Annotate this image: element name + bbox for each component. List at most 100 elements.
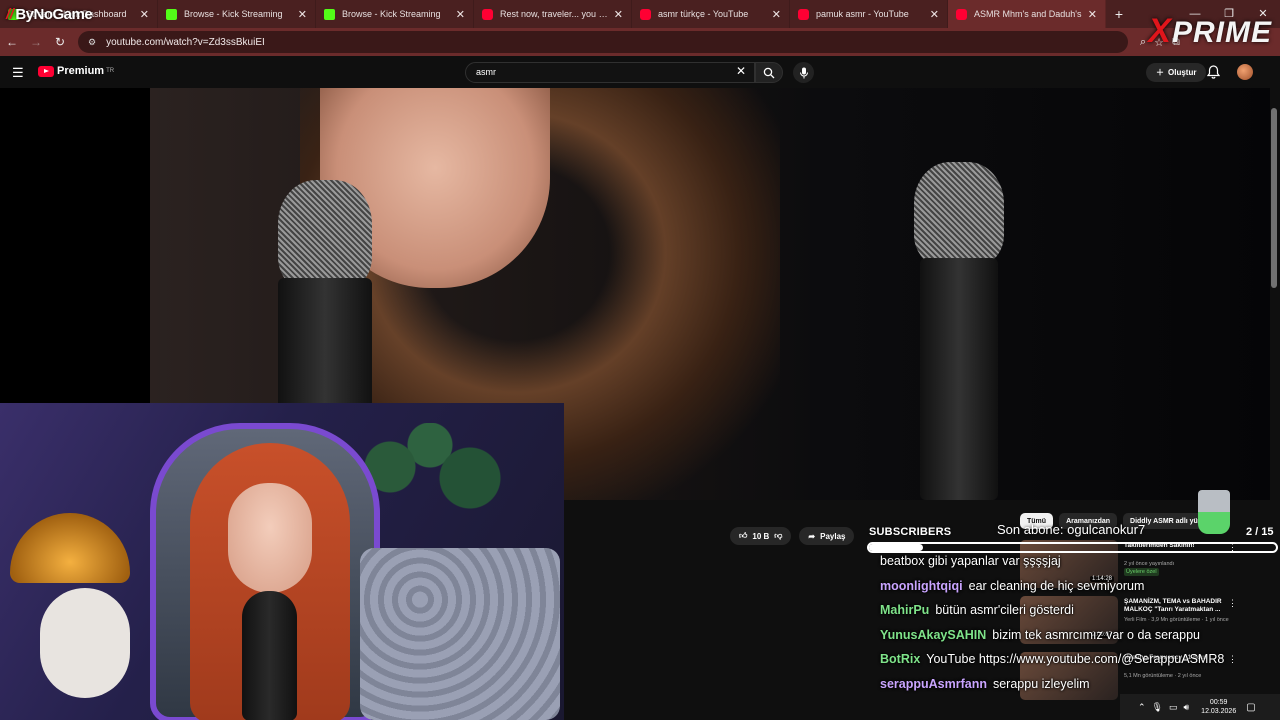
mic-tray-icon[interactable]: 🎙︎ [1152, 702, 1163, 713]
chat-message: MahirPu bütün asmr'cileri gösterdi [880, 598, 1260, 623]
voice-search-button[interactable] [793, 62, 814, 83]
tab-title: asmr türkçe - YouTube [658, 9, 749, 19]
chat-message: moonlightqiqi ear cleaning de hiç sevmiyo… [880, 574, 1260, 599]
youtube-logo-text: Premium [57, 65, 105, 77]
share-icon: ➦ [808, 531, 816, 541]
youtube-play-icon [38, 65, 54, 77]
site-info-icon[interactable]: ⚙ [88, 37, 96, 48]
webcam-plush-shape [40, 588, 130, 698]
subscriber-goal-count: 2 / 15 [1246, 526, 1274, 538]
address-bar[interactable]: ⚙ youtube.com/watch?v=Zd3ssBkuiEI [78, 31, 1128, 53]
menu-icon[interactable]: ☰ [12, 65, 24, 81]
like-button[interactable]: 👍︎ 10 B 👎︎ [730, 527, 792, 545]
search-icon [763, 67, 775, 78]
region-code: TR [106, 68, 115, 74]
search-button[interactable] [755, 62, 783, 83]
microphone-right-head [914, 162, 1004, 266]
url-text: youtube.com/watch?v=Zd3ssBkuiEI [106, 36, 265, 48]
chat-username[interactable]: serappuAsmrfann [880, 677, 987, 691]
system-tray: ⌃ 🎙︎ ▭ 🔊︎ [1138, 702, 1189, 713]
browser-tab[interactable]: Browse - Kick Streaming ✕ [158, 0, 316, 28]
close-tab-icon[interactable]: ✕ [140, 8, 149, 21]
streamer-webcam [0, 403, 564, 720]
chat-message: serappuAsmrfann serappu izleyelim [880, 672, 1260, 697]
microphone-icon [799, 67, 808, 78]
like-count: 10 B [752, 531, 770, 541]
chat-text: beatbox gibi yapanlar var şşşşjaj [880, 554, 1061, 568]
volume-icon[interactable]: 🔊︎ [1184, 702, 1190, 713]
avatar[interactable] [1237, 64, 1253, 80]
create-button[interactable]: ＋ Oluştur [1146, 63, 1207, 82]
close-tab-icon[interactable]: ✕ [772, 8, 781, 21]
tab-title: Browse - Kick Streaming [342, 9, 441, 19]
clock-date: 12.03.2026 [1201, 708, 1237, 715]
tab-title: Browse - Kick Streaming [184, 9, 283, 19]
youtube-icon [956, 8, 967, 20]
chat-username[interactable]: YunusAkaySAHIN [880, 628, 986, 642]
browser-tab-active[interactable]: ASMR Mhm's and Daduh's ✕ [948, 0, 1106, 28]
clock-time: 00:59 [1209, 699, 1228, 706]
video-actions: 👍︎ 10 B 👎︎ ➦ Paylaş [730, 527, 855, 545]
chat-message: YunusAkaySAHIN bizim tek asmrcımız var o … [880, 623, 1260, 648]
youtube-icon [482, 8, 493, 20]
notification-icon[interactable]: ▢ [1246, 702, 1255, 713]
forward-icon[interactable]: → [24, 35, 48, 49]
chat-username[interactable]: BotRix [880, 652, 920, 666]
close-tab-icon[interactable]: ✕ [298, 8, 307, 21]
youtube-header: ☰ Premium TR asmr ✕ ＋ Oluştur [0, 56, 1280, 88]
back-icon[interactable]: ← [0, 35, 24, 49]
chat-username[interactable]: moonlightqiqi [880, 579, 963, 593]
thumbs-up-icon: 👍︎ [739, 531, 748, 540]
clock[interactable]: 00:59 12.03.2026 [1201, 698, 1236, 716]
bynogame-slash-icon: // [6, 6, 14, 23]
bynogame-logo-text: ByNoGame [15, 6, 93, 23]
browser-tab-strip: Stream - Kick Dashboard ✕ Browse - Kick … [0, 0, 1280, 28]
chat-username[interactable]: MahirPu [880, 603, 929, 617]
microphone-left-head [278, 180, 372, 290]
tab-title: Rest now, traveler... you are sa [500, 9, 610, 19]
browser-tab[interactable]: asmr türkçe - YouTube ✕ [632, 0, 790, 28]
create-label: Oluştur [1168, 68, 1197, 77]
network-icon[interactable]: ▭ [1169, 702, 1178, 713]
chat-text: bütün asmr'cileri gösterdi [935, 603, 1074, 617]
close-tab-icon[interactable]: ✕ [930, 8, 939, 21]
webcam-blanket-shape [360, 548, 560, 720]
close-tab-icon[interactable]: ✕ [1088, 8, 1097, 21]
chat-text: ear cleaning de hiç sevmiyorum [968, 578, 1145, 593]
chat-text: bizim tek asmrcımız var o da serappu [992, 627, 1200, 642]
new-tab-button[interactable]: + [1106, 0, 1132, 28]
search-input[interactable]: asmr [465, 62, 755, 83]
tab-title: pamuk asmr - YouTube [816, 9, 909, 19]
browser-tab[interactable]: Browse - Kick Streaming ✕ [316, 0, 474, 28]
zoom-icon[interactable]: ⌕ [1140, 36, 1146, 49]
youtube-icon [798, 8, 809, 20]
system-taskbar: ⌃ 🎙︎ ▭ 🔊︎ 00:59 12.03.2026 ▢ [1120, 694, 1280, 720]
notifications-bell-icon[interactable] [1207, 65, 1220, 79]
xprime-text: PRIME [1171, 16, 1272, 49]
close-tab-icon[interactable]: ✕ [614, 8, 623, 21]
webcam-lamp-shape [10, 513, 130, 583]
close-tab-icon[interactable]: ✕ [456, 8, 465, 21]
browser-tab[interactable]: Rest now, traveler... you are sa ✕ [474, 0, 632, 28]
latest-subscriber: Son abone: ogulcanokur7 [997, 522, 1146, 537]
chat-text: YouTube https://www.youtube.com/@Serappu… [926, 652, 1225, 666]
chat-text: serappu izleyelim [992, 676, 1090, 691]
chat-message: beatbox gibi yapanlar var şşşşjaj [880, 549, 1260, 574]
page-scrollbar[interactable] [1271, 108, 1277, 288]
chevron-up-icon[interactable]: ⌃ [1138, 702, 1146, 713]
browser-toolbar: ← → ↻ ⚙ youtube.com/watch?v=Zd3ssBkuiEI … [0, 28, 1280, 56]
stream-chat: beatbox gibi yapanlar var şşşşjaj moonlig… [880, 549, 1260, 696]
dislike-icon[interactable]: 👎︎ [774, 531, 782, 541]
subscribers-label: SUBSCRIBERS [869, 526, 952, 538]
plus-icon: ＋ [1156, 68, 1164, 77]
bubble-tea-cup-graphic [1198, 490, 1230, 534]
reload-icon[interactable]: ↻ [48, 35, 72, 49]
browser-tab[interactable]: pamuk asmr - YouTube ✕ [790, 0, 948, 28]
share-label: Paylaş [820, 531, 846, 541]
kick-icon [166, 8, 177, 20]
webcam-microphone-shape [242, 591, 297, 720]
xprime-x: X [1148, 12, 1172, 50]
share-button[interactable]: ➦ Paylaş [799, 527, 855, 545]
youtube-logo[interactable]: Premium TR [38, 65, 114, 77]
clear-search-icon[interactable]: ✕ [736, 64, 746, 78]
